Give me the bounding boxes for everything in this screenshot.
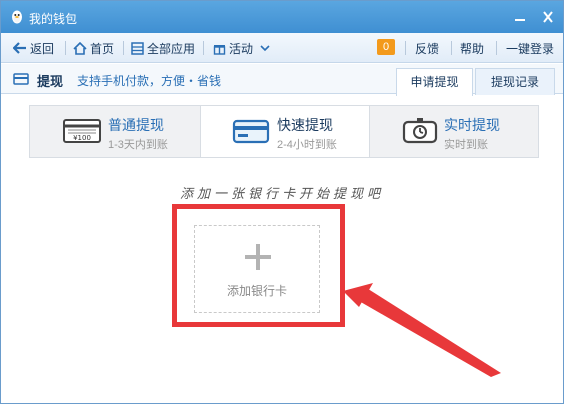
back-label: 返回 xyxy=(30,41,55,56)
back-button[interactable]: 返回 xyxy=(13,40,54,56)
tab-withdraw-history[interactable]: 提现记录 xyxy=(475,68,555,95)
method-fast[interactable]: 快速提现 2-4小时到账 xyxy=(200,106,370,157)
help-link[interactable]: 帮助 xyxy=(460,40,484,56)
home-icon xyxy=(73,41,87,55)
method-standard-title: 普通提现 xyxy=(108,117,164,133)
add-bank-card-button[interactable]: 添加银行卡 xyxy=(194,225,320,313)
section-title: 提现 xyxy=(37,74,64,89)
notification-badge[interactable]: 0 xyxy=(377,39,395,55)
toolbar-divider xyxy=(65,41,66,55)
toolbar-divider xyxy=(405,41,406,55)
red-arrow-annotation xyxy=(343,283,501,377)
back-arrow-icon xyxy=(13,42,26,54)
minimize-button[interactable] xyxy=(511,9,529,25)
withdraw-method-selector: ¥100 普通提现 1-3天内到账 快速提现 2-4小时到账 实时提现 实时到账 xyxy=(29,105,539,158)
home-button[interactable]: 首页 xyxy=(73,40,114,56)
title-bar: 我的钱包 xyxy=(1,1,563,33)
qq-penguin-icon xyxy=(12,10,22,24)
all-apps-button[interactable]: 全部应用 xyxy=(131,40,195,56)
method-fast-title: 快速提现 xyxy=(277,117,333,133)
wallet-card-icon xyxy=(13,73,29,85)
toolbar-divider xyxy=(203,41,204,55)
toolbar-divider xyxy=(451,41,452,55)
section-description: 支持手机付款，方便・省钱 xyxy=(77,74,222,88)
chevron-down-icon xyxy=(260,45,270,52)
close-icon xyxy=(543,11,553,23)
gift-icon xyxy=(213,44,226,55)
method-realtime[interactable]: 实时提现 实时到账 xyxy=(370,106,538,157)
activity-dropdown[interactable]: 活动 xyxy=(213,40,270,56)
plus-icon-stem xyxy=(256,244,260,270)
method-realtime-subtitle: 实时到账 xyxy=(444,139,488,151)
method-standard[interactable]: ¥100 普通提现 1-3天内到账 xyxy=(30,106,200,157)
method-realtime-title: 实时提现 xyxy=(444,117,500,133)
method-fast-subtitle: 2-4小时到账 xyxy=(277,139,337,151)
close-button[interactable] xyxy=(539,9,557,25)
card-¥100-icon: ¥100 xyxy=(63,119,101,143)
add-bank-card-label: 添加银行卡 xyxy=(226,284,287,298)
apps-grid-icon xyxy=(131,41,144,55)
toolbar: 返回 首页 全部应用 活动 0 反馈 帮助 一键登录 xyxy=(1,33,563,63)
card-amount-text: ¥100 xyxy=(73,134,91,142)
toolbar-divider xyxy=(123,41,124,55)
tab-apply-withdraw[interactable]: 申请提现 xyxy=(396,68,473,96)
feedback-link[interactable]: 反馈 xyxy=(415,40,439,56)
activity-label: 活动 xyxy=(229,41,254,56)
add-card-prompt: 添加一张银行卡开始提现吧 xyxy=(179,187,384,202)
one-click-login-link[interactable]: 一键登录 xyxy=(506,40,554,56)
all-apps-label: 全部应用 xyxy=(147,41,196,56)
bank-card-icon xyxy=(232,119,270,144)
method-standard-subtitle: 1-3天内到账 xyxy=(108,139,168,151)
wallet-window: 我的钱包 返回 首页 全部应用 活动 0 反馈 帮助 一键登录 提现 支持手机付… xyxy=(0,0,564,404)
section-header: 提现 支持手机付款，方便・省钱 申请提现 提现记录 xyxy=(1,64,563,96)
minimize-icon xyxy=(515,19,525,21)
stopwatch-icon xyxy=(402,118,438,144)
toolbar-divider xyxy=(496,41,497,55)
window-title: 我的钱包 xyxy=(29,12,78,26)
home-label: 首页 xyxy=(90,41,115,56)
